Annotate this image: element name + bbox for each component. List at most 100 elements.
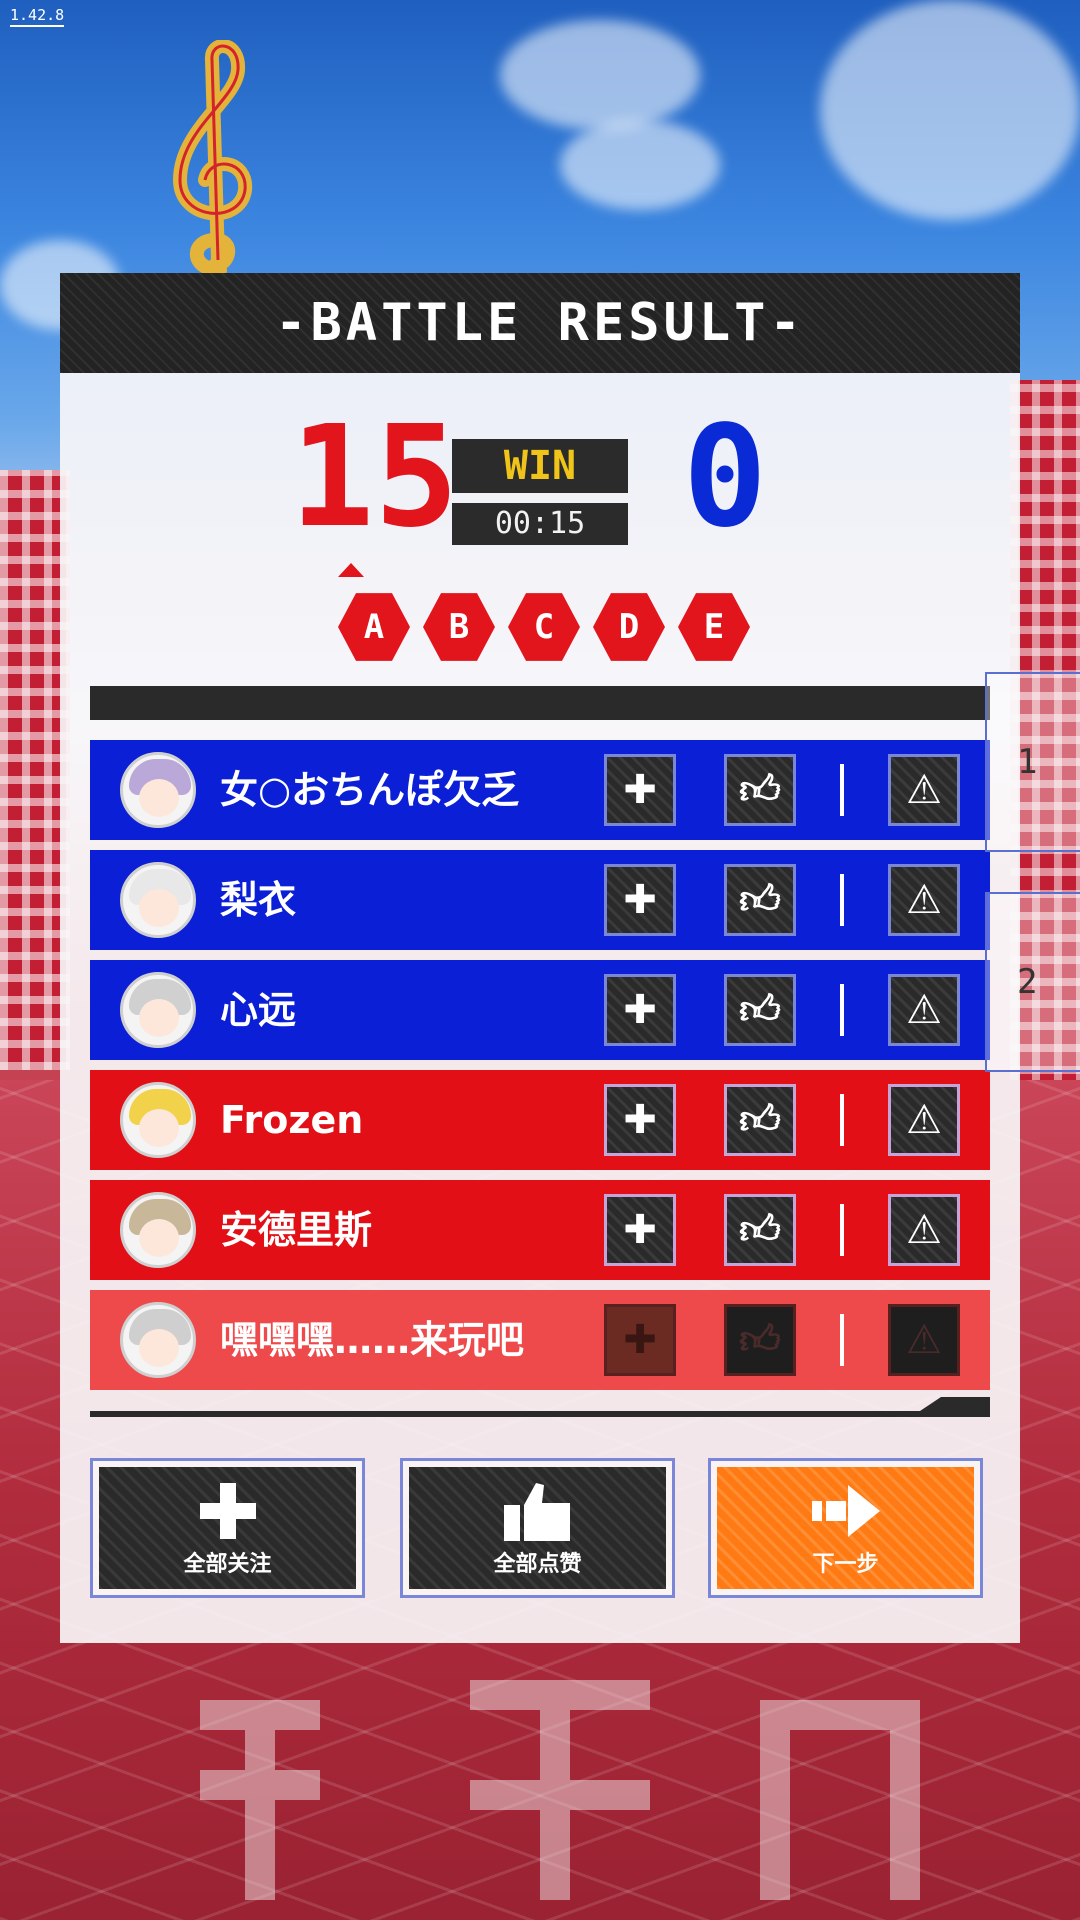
like-all-label: 全部点赞	[493, 1552, 582, 1577]
grade-badge: C	[508, 593, 580, 661]
grade-label: A	[345, 599, 403, 655]
score-right: 0	[682, 396, 768, 559]
version-label: 1.42.8	[10, 6, 65, 27]
score-left: 15	[290, 396, 459, 559]
result-badge: WIN	[452, 439, 628, 493]
plus-icon: ✚	[623, 1317, 657, 1363]
like-button[interactable]: 👍︎	[724, 754, 796, 826]
follow-button[interactable]: ✚	[604, 754, 676, 826]
player-row: 梨衣 ✚ 👍︎ ⚠	[90, 850, 990, 950]
like-button[interactable]: 👍︎	[724, 974, 796, 1046]
avatar[interactable]	[120, 1082, 196, 1158]
side-tab-label: 2	[1017, 962, 1038, 1002]
grade-badge: A	[338, 593, 410, 661]
plus-icon: ✚	[623, 877, 657, 923]
cloud	[560, 120, 720, 210]
avatar-face	[139, 1329, 179, 1367]
follow-all-inner: 全部关注	[99, 1467, 356, 1589]
follow-button[interactable]: ✚	[604, 864, 676, 936]
plus-icon: ✚	[623, 1207, 657, 1253]
warning-icon: ⚠	[906, 877, 942, 923]
warning-icon: ⚠	[906, 767, 942, 813]
panel-title: -BATTLE RESULT-	[275, 293, 805, 353]
grade-label: E	[685, 599, 743, 655]
plus-icon	[198, 1478, 258, 1544]
plus-icon: ✚	[623, 767, 657, 813]
list-footer-bar	[90, 1411, 990, 1417]
avatar-face	[139, 889, 179, 927]
player-name: 女○おちんぽ欠乏	[220, 768, 520, 812]
warning-icon: ⚠	[906, 1207, 942, 1253]
avatar[interactable]	[120, 752, 196, 828]
cloud	[820, 0, 1080, 220]
like-all-button[interactable]: 全部点赞	[400, 1458, 675, 1598]
plus-icon: ✚	[623, 987, 657, 1033]
follow-button[interactable]: ✚	[604, 1084, 676, 1156]
player-name: 梨衣	[220, 878, 297, 922]
plus-icon: ✚	[623, 1097, 657, 1143]
separator	[840, 764, 844, 816]
player-row: 安德里斯 ✚ 👍︎ ⚠	[90, 1180, 990, 1280]
side-tab-1[interactable]: 1	[985, 672, 1080, 852]
grade-label: B	[430, 599, 488, 655]
avatar-face	[139, 1219, 179, 1257]
player-name: 心远	[220, 988, 297, 1032]
avatar-face	[139, 1109, 179, 1147]
grade-label: C	[515, 599, 573, 655]
thumbs-up-icon: 👍︎	[739, 1207, 781, 1253]
warning-icon: ⚠	[906, 987, 942, 1033]
avatar[interactable]	[120, 972, 196, 1048]
report-button[interactable]: ⚠	[888, 1194, 960, 1266]
floor-glyph	[200, 1680, 920, 1900]
like-button[interactable]: 👍︎	[724, 1194, 796, 1266]
follow-all-button[interactable]: 全部关注	[90, 1458, 365, 1598]
grade-badge: D	[593, 593, 665, 661]
avatar[interactable]	[120, 1302, 196, 1378]
battle-result-panel: -BATTLE RESULT- 15 WIN 00:15 0 A B C D E…	[60, 273, 1020, 1643]
next-step-label: 下一步	[812, 1552, 879, 1577]
thumbs-up-icon: 👍︎	[739, 1097, 781, 1143]
thumbs-up-icon: 👍︎	[739, 987, 781, 1033]
report-button-disabled: ⚠	[888, 1304, 960, 1376]
avatar[interactable]	[120, 1192, 196, 1268]
follow-button[interactable]: ✚	[604, 1194, 676, 1266]
thumbs-up-icon: 👍︎	[739, 877, 781, 923]
player-row-self: 嘿嘿嘿……来玩吧 ✚ 👍︎ ⚠	[90, 1290, 990, 1390]
separator	[840, 1094, 844, 1146]
grade-badge: E	[678, 593, 750, 661]
grade-badge: B	[423, 593, 495, 661]
side-tab-label: 1	[1017, 742, 1038, 782]
side-tab-2[interactable]: 2	[985, 892, 1080, 1072]
player-row: 心远 ✚ 👍︎ ⚠	[90, 960, 990, 1060]
report-button[interactable]: ⚠	[888, 1084, 960, 1156]
thumbs-up-icon: 👍︎	[739, 1317, 781, 1363]
next-step-inner: 下一步	[717, 1467, 974, 1589]
follow-button-disabled: ✚	[604, 1304, 676, 1376]
treble-clef-decoration	[172, 40, 253, 277]
cloud	[500, 20, 700, 130]
report-button[interactable]: ⚠	[888, 864, 960, 936]
player-row: 女○おちんぽ欠乏 ✚ 👍︎ ⚠	[90, 740, 990, 840]
avatar-face	[139, 779, 179, 817]
thumbs-up-icon	[502, 1478, 574, 1544]
player-row: Frozen ✚ 👍︎ ⚠	[90, 1070, 990, 1170]
separator	[840, 1204, 844, 1256]
follow-button[interactable]: ✚	[604, 974, 676, 1046]
separator	[840, 874, 844, 926]
selected-marker-icon	[338, 563, 364, 577]
warning-icon: ⚠	[906, 1317, 942, 1363]
next-step-button[interactable]: 下一步	[708, 1458, 983, 1598]
arrow-right-icon	[810, 1478, 882, 1544]
follow-all-label: 全部关注	[183, 1552, 272, 1577]
like-button[interactable]: 👍︎	[724, 1084, 796, 1156]
avatar[interactable]	[120, 862, 196, 938]
player-name: 嘿嘿嘿……来玩吧	[220, 1318, 525, 1362]
separator	[840, 1314, 844, 1366]
like-button[interactable]: 👍︎	[724, 864, 796, 936]
report-button[interactable]: ⚠	[888, 754, 960, 826]
warning-icon: ⚠	[906, 1097, 942, 1143]
player-name: Frozen	[220, 1098, 364, 1142]
report-button[interactable]: ⚠	[888, 974, 960, 1046]
grade-label: D	[600, 599, 658, 655]
thumbs-up-icon: 👍︎	[739, 767, 781, 813]
